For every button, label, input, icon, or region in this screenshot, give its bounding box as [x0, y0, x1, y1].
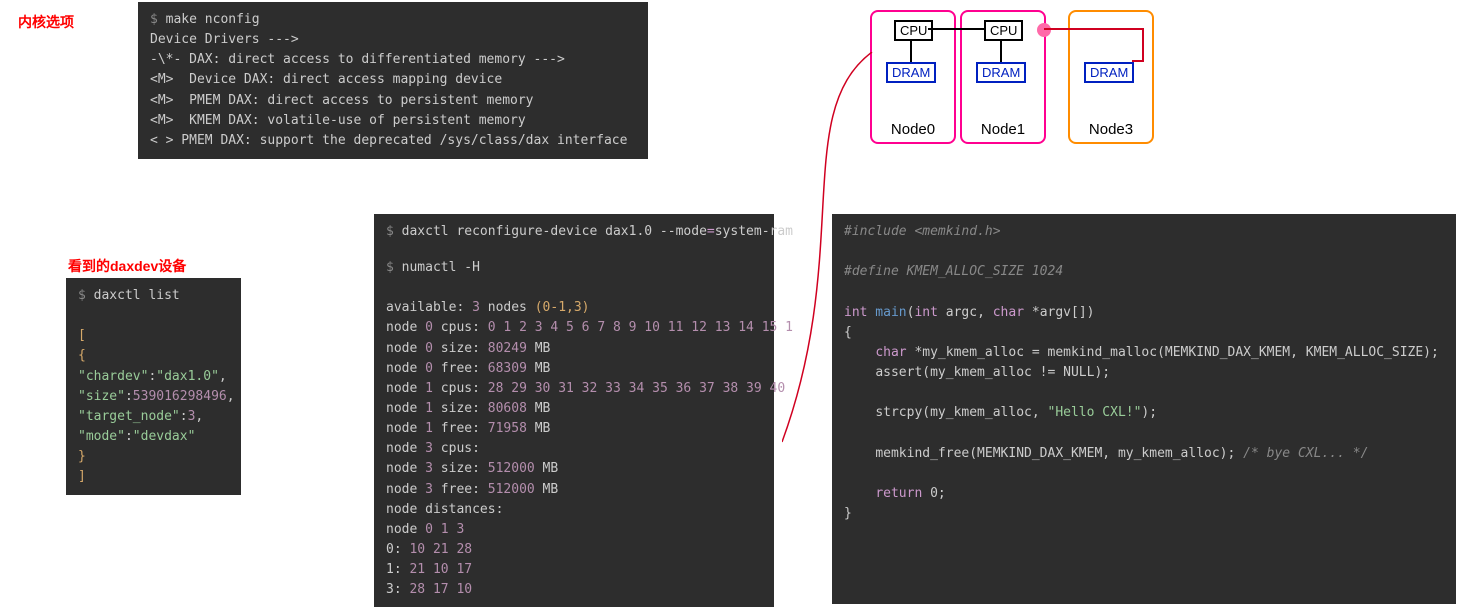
- code-memkind: #include <memkind.h> #define KMEM_ALLOC_…: [832, 214, 1456, 604]
- node3-label: Node3: [1070, 121, 1152, 138]
- node0: CPU DRAM Node0: [870, 10, 956, 144]
- caption-daxdev-seen: 看到的daxdev设备: [68, 256, 186, 276]
- cxl-dot-icon: [1037, 23, 1051, 37]
- node3-dram: DRAM: [1084, 62, 1134, 83]
- node0-cpu: CPU: [894, 20, 933, 41]
- node1-cpu: CPU: [984, 20, 1023, 41]
- numa-diagram: CPU DRAM Node0 CPU DRAM Node1 DRAM Node3: [870, 10, 1170, 180]
- terminal-daxctl-list: $ daxctl list [ { "chardev":"dax1.0", "s…: [66, 278, 241, 495]
- node0-label: Node0: [872, 121, 954, 138]
- node1-dram: DRAM: [976, 62, 1026, 83]
- node1-label: Node1: [962, 121, 1044, 138]
- node0-dram: DRAM: [886, 62, 936, 83]
- node1: CPU DRAM Node1: [960, 10, 1046, 144]
- caption-kernel-options: 内核选项: [18, 12, 74, 32]
- terminal-reconfigure: $ daxctl reconfigure-device dax1.0 --mod…: [374, 214, 774, 250]
- terminal-nconfig: $ make nconfig Device Drivers ---> -\*- …: [138, 2, 648, 159]
- terminal-numactl: $ numactl -H available: 3 nodes (0-1,3) …: [374, 250, 774, 607]
